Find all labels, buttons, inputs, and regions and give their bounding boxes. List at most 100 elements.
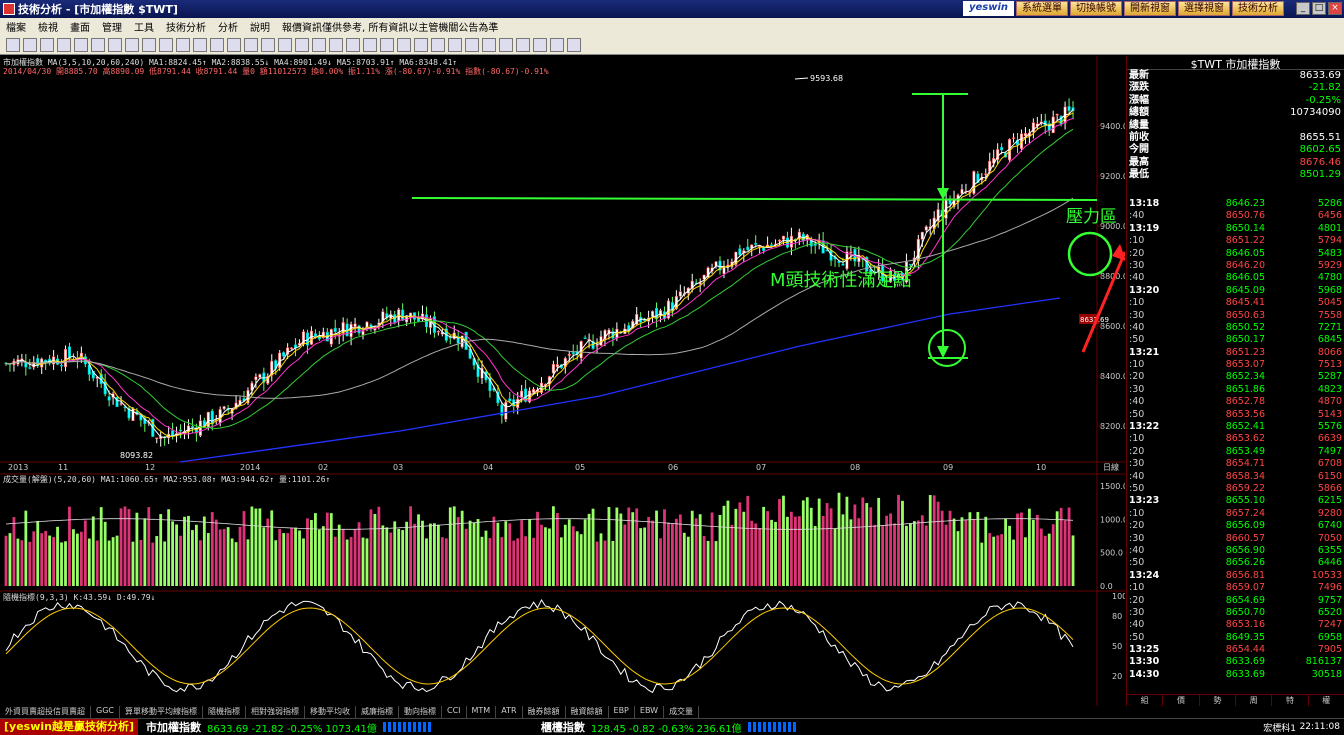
quote-tab[interactable]: 價 (1163, 695, 1200, 706)
candle-body (504, 402, 508, 420)
toolbar-tool-icon[interactable] (159, 38, 173, 52)
volume-bar (433, 523, 436, 586)
toolbar-tool-icon[interactable] (74, 38, 88, 52)
toolbar-tool-icon[interactable] (346, 38, 360, 52)
toolbar-tool-icon[interactable] (448, 38, 462, 52)
indicator-tab[interactable]: 移動平均收 (305, 706, 356, 718)
indicator-tab[interactable]: 相對強弱指標 (246, 706, 305, 718)
toolbar-tool-icon[interactable] (6, 38, 20, 52)
menu-tools[interactable]: 工具 (128, 19, 160, 34)
indicator-tab[interactable]: 動向指標 (399, 706, 442, 718)
toolbar-tool-icon[interactable] (397, 38, 411, 52)
indicator-tab[interactable]: MTM (467, 706, 497, 718)
menu-file[interactable]: 檔案 (0, 19, 32, 34)
toolbar-tool-icon[interactable] (533, 38, 547, 52)
menu-screen[interactable]: 畫面 (64, 19, 96, 34)
menu-analysis[interactable]: 分析 (212, 19, 244, 34)
minimize-icon[interactable]: _ (1296, 2, 1310, 15)
quote-tab[interactable]: 權 (1309, 695, 1344, 706)
toolbar-tool-icon[interactable] (550, 38, 564, 52)
toolbar-tool-icon[interactable] (125, 38, 139, 52)
tick-price: 8657.24 (1225, 507, 1265, 519)
volume-bar (83, 520, 87, 586)
candle-body (107, 396, 111, 401)
indicator-tab[interactable]: 融券餘額 (523, 706, 566, 718)
indicator-tab[interactable]: 算單移動平均線指標 (120, 706, 203, 718)
tick-volume: 10533 (1311, 569, 1342, 581)
quote-tab[interactable]: 勢 (1200, 695, 1236, 706)
volume-bar (579, 534, 583, 586)
toolbar-tool-icon[interactable] (91, 38, 105, 52)
menu-manage[interactable]: 管理 (96, 19, 128, 34)
toolbar-tool-icon[interactable] (363, 38, 377, 52)
indicator-tab[interactable]: 成交量 (664, 706, 700, 718)
volume-bar (552, 506, 555, 586)
maximize-icon[interactable]: □ (1312, 2, 1326, 15)
toolbar-tool-icon[interactable] (40, 38, 54, 52)
indicator-tab[interactable]: EBP (609, 706, 635, 718)
toolbar-tool-icon[interactable] (57, 38, 71, 52)
indicator-tab[interactable]: GGC (91, 706, 120, 718)
tick-list[interactable]: 13:18 8646.23 5286:40 8650.76 6456 13:19 8650.… (1127, 198, 1344, 681)
indicator-tab[interactable]: CCI (442, 706, 467, 718)
toolbar-tool-icon[interactable] (23, 38, 37, 52)
toolbar-tool-icon[interactable] (142, 38, 156, 52)
toolbar-tool-icon[interactable] (465, 38, 479, 52)
quote-row: 最低 8501.29 (1127, 169, 1344, 181)
switch-account-button[interactable]: 切換帳號 (1070, 1, 1122, 16)
indicator-tab[interactable]: 外資買賣超投信買賣超 (0, 706, 91, 718)
toolbar-tool-icon[interactable] (108, 38, 122, 52)
volume-bar (893, 523, 896, 586)
toolbar-tool-icon[interactable] (431, 38, 445, 52)
select-window-button[interactable]: 選擇視窗 (1178, 1, 1230, 16)
toolbar-tool-icon[interactable] (176, 38, 190, 52)
tick-price: 8656.90 (1225, 544, 1265, 556)
quote-tab[interactable]: 特 (1272, 695, 1309, 706)
kd-header: 隨機指標(9,3,3) K:43.59↓ D:49.79↓ (3, 593, 156, 602)
volume-bar (936, 501, 940, 586)
volume-bar (726, 500, 730, 586)
toolbar-tool-icon[interactable] (380, 38, 394, 52)
chart-area[interactable]: 9400.09200.09000.08800.08600.08400.08200… (0, 56, 1125, 706)
tick-time: :10 (1129, 297, 1145, 309)
toolbar-tool-icon[interactable] (278, 38, 292, 52)
tick-row: :50 8653.56 5143 (1127, 409, 1344, 421)
volume-bar (528, 519, 531, 586)
indicator-tab[interactable]: 威廉指標 (356, 706, 399, 718)
toolbar-tool-icon[interactable] (193, 38, 207, 52)
window-title: 技術分析 - [市加權指數 $TWT] (18, 3, 178, 16)
quote-tab[interactable]: 組 (1127, 695, 1164, 706)
technical-analysis-button[interactable]: 技術分析 (1232, 1, 1284, 16)
new-window-button[interactable]: 開新視窗 (1124, 1, 1176, 16)
disclaimer-text: 報價資訊僅供參考, 所有資訊以主管機關公告為準 (282, 23, 499, 34)
quote-label: 最低 (1129, 169, 1149, 181)
toolbar-tool-icon[interactable] (312, 38, 326, 52)
indicator-tab[interactable]: ATR (496, 706, 523, 718)
candle-body (309, 330, 313, 345)
volume-bar (984, 516, 988, 586)
toolbar-tool-icon[interactable] (516, 38, 530, 52)
volume-bar (766, 511, 769, 586)
system-menu-button[interactable]: 系統選單 (1016, 1, 1068, 16)
toolbar-tool-icon[interactable] (414, 38, 428, 52)
toolbar-tool-icon[interactable] (295, 38, 309, 52)
indicator-tab[interactable]: 融資餘額 (566, 706, 609, 718)
candle-body (908, 263, 912, 266)
menu-help[interactable]: 說明 (244, 19, 276, 34)
toolbar-tool-icon[interactable] (482, 38, 496, 52)
menu-technical[interactable]: 技術分析 (160, 19, 212, 34)
toolbar-tool-icon[interactable] (227, 38, 241, 52)
toolbar-tool-icon[interactable] (329, 38, 343, 52)
volume-bar (619, 513, 623, 586)
toolbar-tool-icon[interactable] (567, 38, 581, 52)
quote-tab[interactable]: 周 (1236, 695, 1273, 706)
close-icon[interactable]: × (1328, 2, 1342, 15)
toolbar-tool-icon[interactable] (210, 38, 224, 52)
toolbar-tool-icon[interactable] (244, 38, 258, 52)
indicator-tab[interactable]: 隨機指標 (203, 706, 246, 718)
menu-view[interactable]: 檢視 (32, 19, 64, 34)
toolbar-tool-icon[interactable] (499, 38, 513, 52)
volume-bar (845, 496, 849, 586)
toolbar-tool-icon[interactable] (261, 38, 275, 52)
indicator-tab[interactable]: EBW (635, 706, 665, 718)
